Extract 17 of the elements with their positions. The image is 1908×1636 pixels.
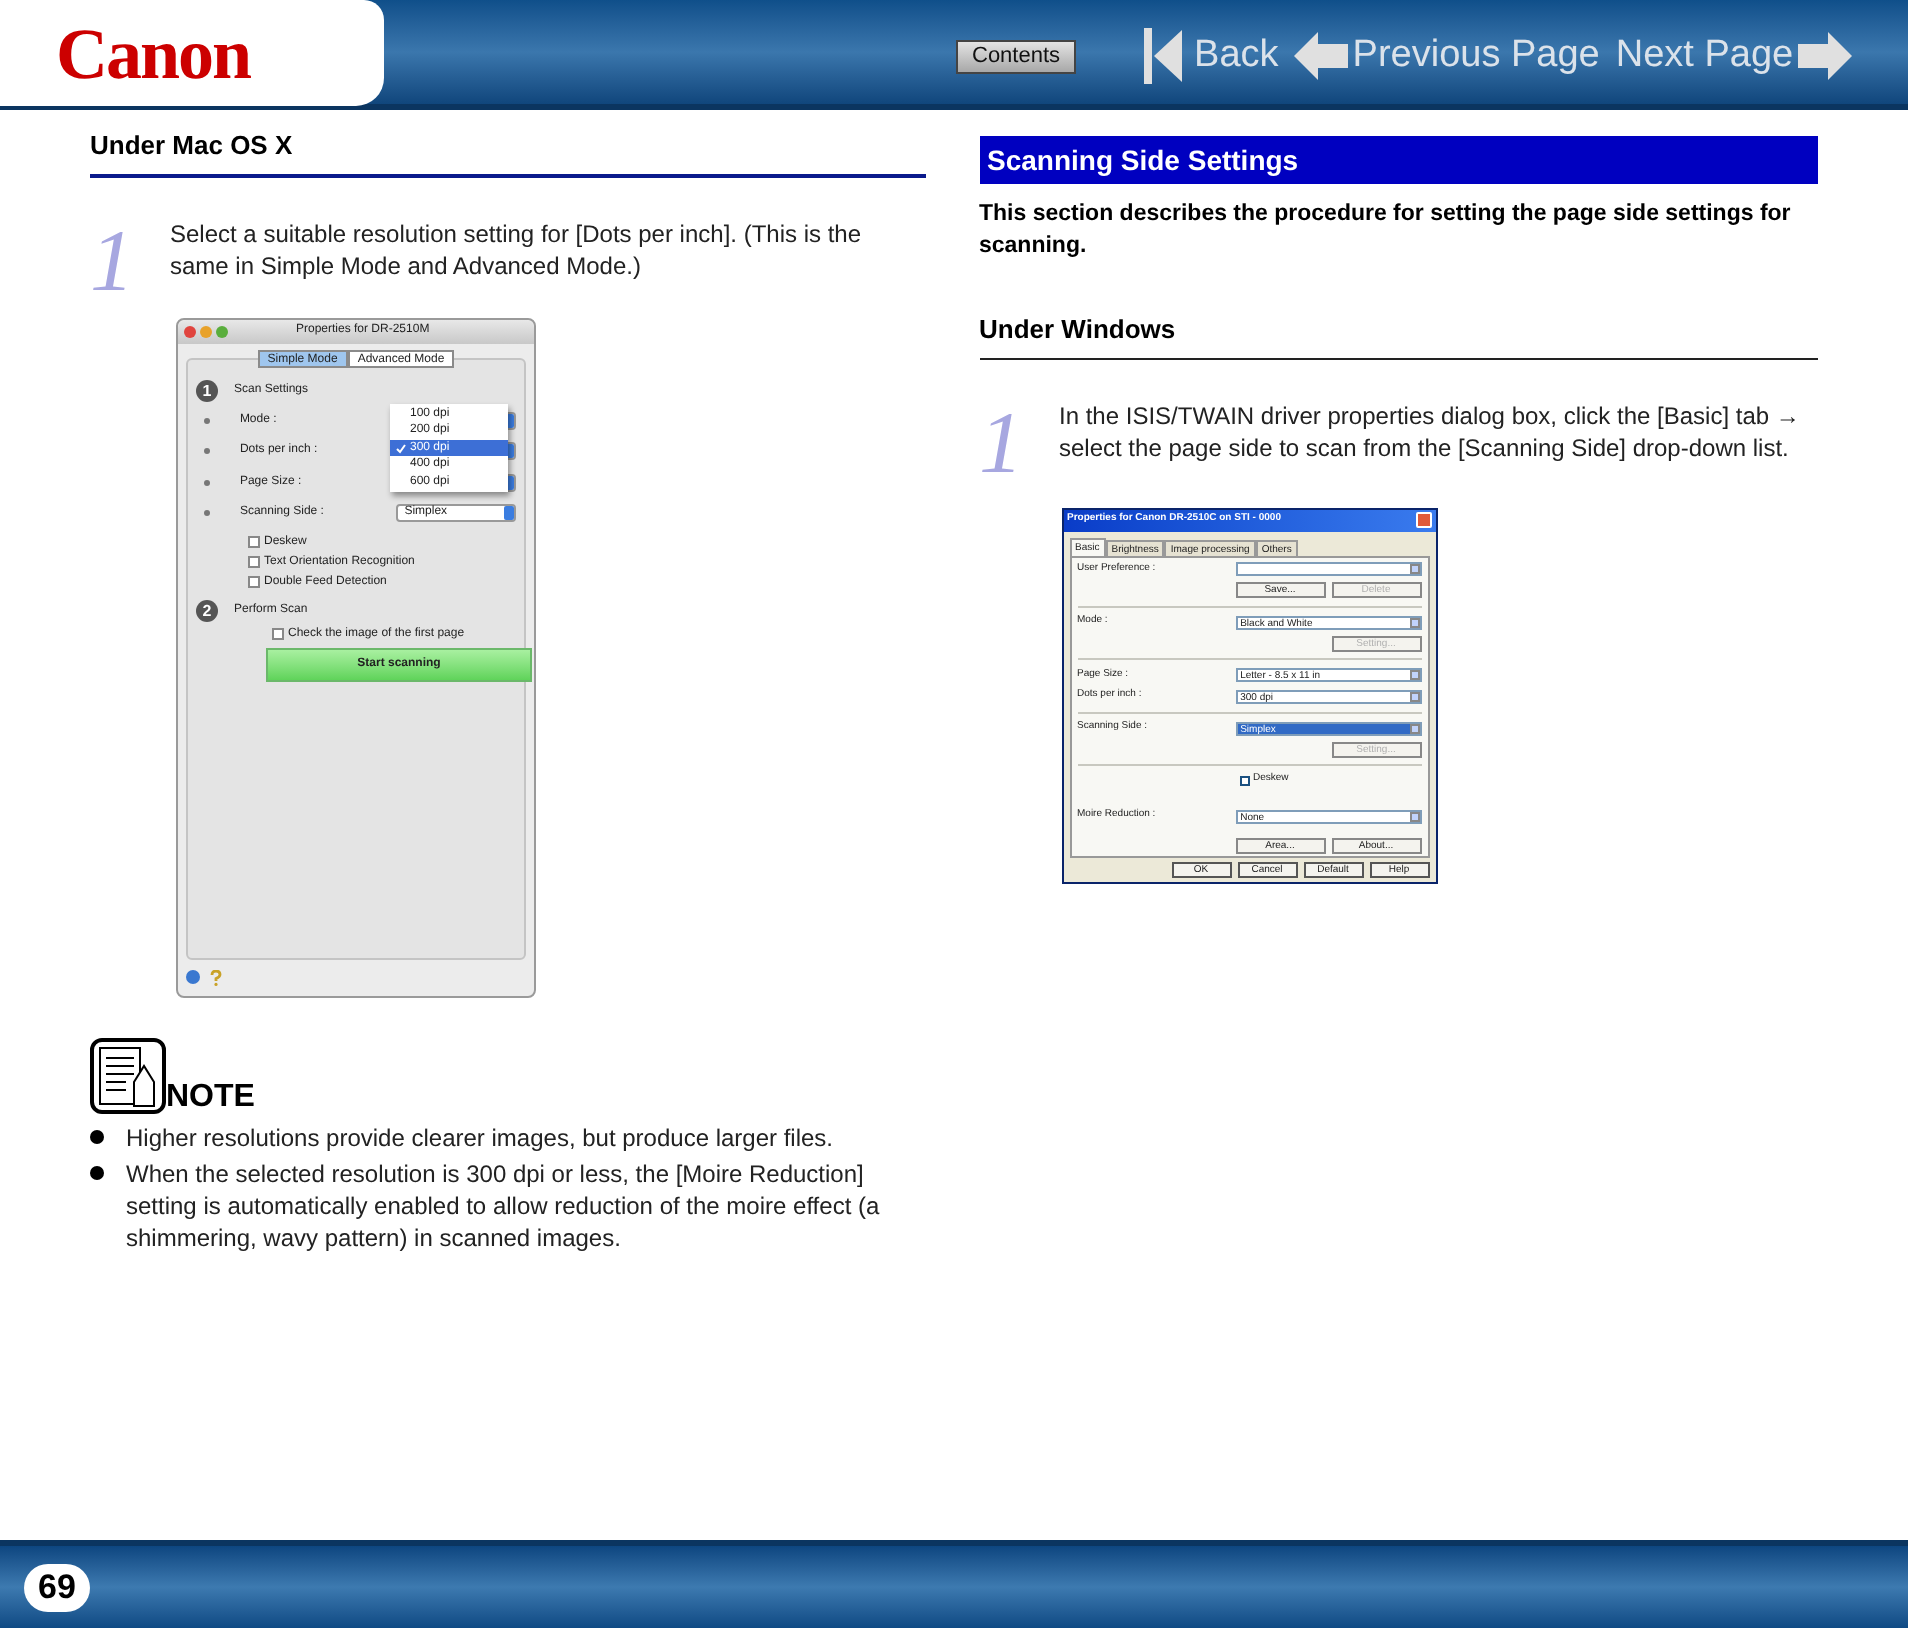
note-text: Higher resolutions provide clearer images, but produce larger files. (126, 1121, 834, 1153)
page-number: 69 (24, 1563, 90, 1611)
next-page-button[interactable]: Next Page (1615, 28, 1852, 85)
step-number: 1 (90, 217, 136, 305)
step-number: 1 (979, 399, 1025, 487)
previous-page-button[interactable]: Previous Page (1294, 28, 1600, 85)
section-heading: Under Mac OS X (90, 126, 925, 177)
note-text: When the selected resolution is 300 dpi or less, the [Moire Reduction] setting is automatically enabled to allow reduction of the moire effect (a shimmering, wavy pattern) in scanned images. (126, 1157, 882, 1253)
note-title: NOTE (166, 1081, 255, 1113)
step-instruction: Select a suitable resolution setting for [Dots per inch]. (This is the same in Simple Mode and Advanced Mode.) (170, 217, 863, 283)
logo: Canon (56, 11, 251, 97)
section-intro: This section describes the procedure for setting the page side settings for scanning. (979, 200, 1793, 262)
section-heading: Under Windows (979, 310, 1818, 359)
step-instruction: In the ISIS/TWAIN driver properties dialog box, click the [Basic] tab → select the page side to scan from the [Scanning Side] drop-down list. (1059, 399, 1802, 465)
back-button[interactable]: Back (1144, 28, 1279, 85)
contents-button[interactable]: Contents (956, 39, 1077, 74)
section-title-bar: Scanning Side Settings (979, 136, 1818, 184)
